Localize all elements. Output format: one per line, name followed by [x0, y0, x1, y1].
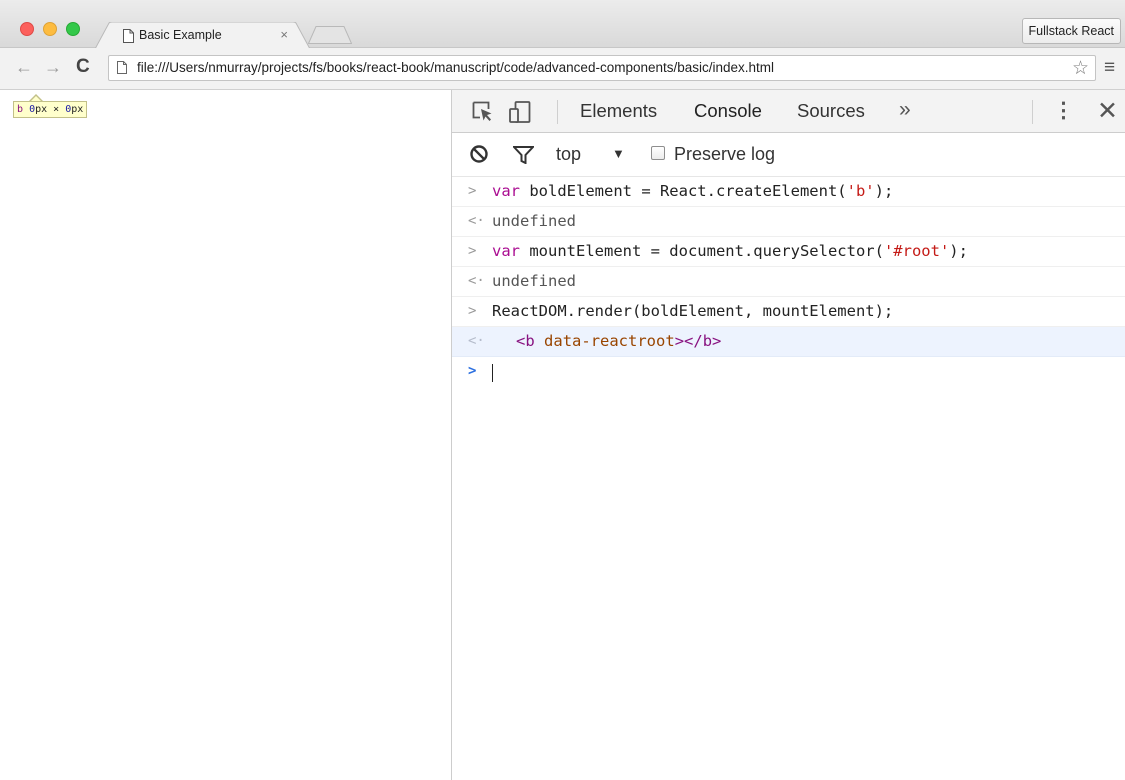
tooltip-tag: b: [17, 104, 24, 115]
toolbar-divider: [557, 100, 558, 124]
closing-tag-name: b: [702, 332, 713, 350]
console-toolbar: top ▼ Preserve log: [452, 133, 1125, 177]
close-window-button[interactable]: [20, 22, 34, 36]
window-titlebar: Basic Example × Fullstack React: [0, 0, 1125, 49]
minimize-window-button[interactable]: [43, 22, 57, 36]
string-literal: '#root': [883, 242, 950, 260]
console-input-line[interactable]: >: [452, 357, 1125, 387]
tab-console[interactable]: Console: [684, 100, 772, 135]
input-prompt-icon: >: [468, 243, 477, 259]
element-node[interactable]: <b data-reactroot></b>: [516, 327, 721, 356]
keyword: var: [492, 182, 520, 200]
text-caret: [492, 364, 493, 382]
attribute-name: data-reactroot: [544, 332, 675, 350]
devtools-menu-icon[interactable]: ⋮: [1053, 98, 1074, 123]
devtools-tabbar: Elements Console Sources » ⋮ ✕: [452, 90, 1125, 135]
back-icon[interactable]: ←: [15, 57, 33, 78]
more-tabs-icon[interactable]: »: [899, 98, 911, 122]
console-input-text: var mountElement = document.querySelecto…: [492, 237, 968, 266]
tag-close-bracket: >: [712, 332, 722, 350]
tooltip-times: ×: [47, 104, 66, 115]
code-text: boldElement = React.createElement(: [520, 182, 847, 200]
code-text: );: [949, 242, 968, 260]
reload-icon[interactable]: C: [76, 56, 90, 78]
browser-tab[interactable]: Basic Example ×: [95, 22, 310, 49]
result-prompt-icon: <·: [468, 333, 485, 349]
console-result: <· undefined: [452, 267, 1125, 297]
devtools-close-icon[interactable]: ✕: [1097, 96, 1118, 126]
new-tab-button[interactable]: [308, 26, 352, 44]
inspect-element-icon[interactable]: [472, 101, 493, 122]
console-output: > var boldElement = React.createElement(…: [452, 177, 1125, 387]
tab-elements[interactable]: Elements: [580, 100, 657, 122]
console-element-result[interactable]: <· <b data-reactroot></b>: [452, 327, 1125, 357]
tooltip-width-unit: px: [35, 104, 48, 115]
element-inspect-tooltip: b 0px × 0px: [13, 101, 88, 118]
profile-button[interactable]: Fullstack React: [1021, 18, 1121, 44]
result-prompt-icon: <·: [468, 213, 485, 229]
console-input-text: var boldElement = React.createElement('b…: [492, 177, 893, 206]
toolbar-divider-right: [1032, 100, 1033, 124]
page-viewport: b 0px × 0px: [0, 90, 451, 780]
console-input-prompt-icon: >: [468, 363, 477, 379]
tooltip-height-unit: px: [71, 104, 84, 115]
tag-open-bracket: <: [516, 332, 526, 350]
string-literal: 'b': [846, 182, 875, 200]
tab-close-icon[interactable]: ×: [280, 27, 288, 42]
file-page-icon: [117, 61, 127, 74]
keyword: var: [492, 242, 520, 260]
device-toolbar-icon[interactable]: [509, 101, 531, 123]
tab-sources[interactable]: Sources: [797, 100, 865, 122]
code-text: mountElement = document.querySelector(: [520, 242, 884, 260]
url-text[interactable]: file:///Users/nmurray/projects/fs/books/…: [137, 60, 774, 75]
browser-toolbar: ← → C file:///Users/nmurray/projects/fs/…: [0, 48, 1125, 90]
browser-menu-icon[interactable]: ≡: [1104, 57, 1115, 79]
console-entry: > var boldElement = React.createElement(…: [452, 177, 1125, 207]
result-text: undefined: [492, 272, 576, 290]
forward-icon[interactable]: →: [44, 57, 62, 78]
console-result: <· undefined: [452, 207, 1125, 237]
tab-title: Basic Example: [139, 28, 222, 42]
tag-close-open: ></: [674, 332, 703, 350]
console-input-text: ReactDOM.render(boldElement, mountElemen…: [492, 302, 894, 320]
input-prompt-icon: >: [468, 183, 477, 199]
bookmark-star-icon[interactable]: ☆: [1072, 57, 1089, 80]
filter-icon[interactable]: [513, 146, 534, 164]
console-entry: > var mountElement = document.querySelec…: [452, 237, 1125, 267]
result-prompt-icon: <·: [468, 273, 485, 289]
address-bar[interactable]: file:///Users/nmurray/projects/fs/books/…: [108, 55, 1096, 81]
console-entry: > ReactDOM.render(boldElement, mountElem…: [452, 297, 1125, 327]
tag-name: b: [525, 332, 535, 350]
code-text: );: [874, 182, 894, 200]
preserve-log-label[interactable]: Preserve log: [674, 144, 775, 165]
page-icon: [123, 29, 134, 43]
zoom-window-button[interactable]: [66, 22, 80, 36]
result-text: undefined: [492, 212, 576, 230]
clear-console-icon[interactable]: [469, 144, 489, 164]
input-prompt-icon: >: [468, 303, 477, 319]
preserve-log-checkbox[interactable]: [651, 146, 665, 160]
context-selector[interactable]: top: [556, 144, 581, 165]
context-dropdown-icon[interactable]: ▼: [612, 146, 625, 161]
devtools-panel: Elements Console Sources » ⋮ ✕ top ▼ Pre…: [451, 90, 1125, 780]
